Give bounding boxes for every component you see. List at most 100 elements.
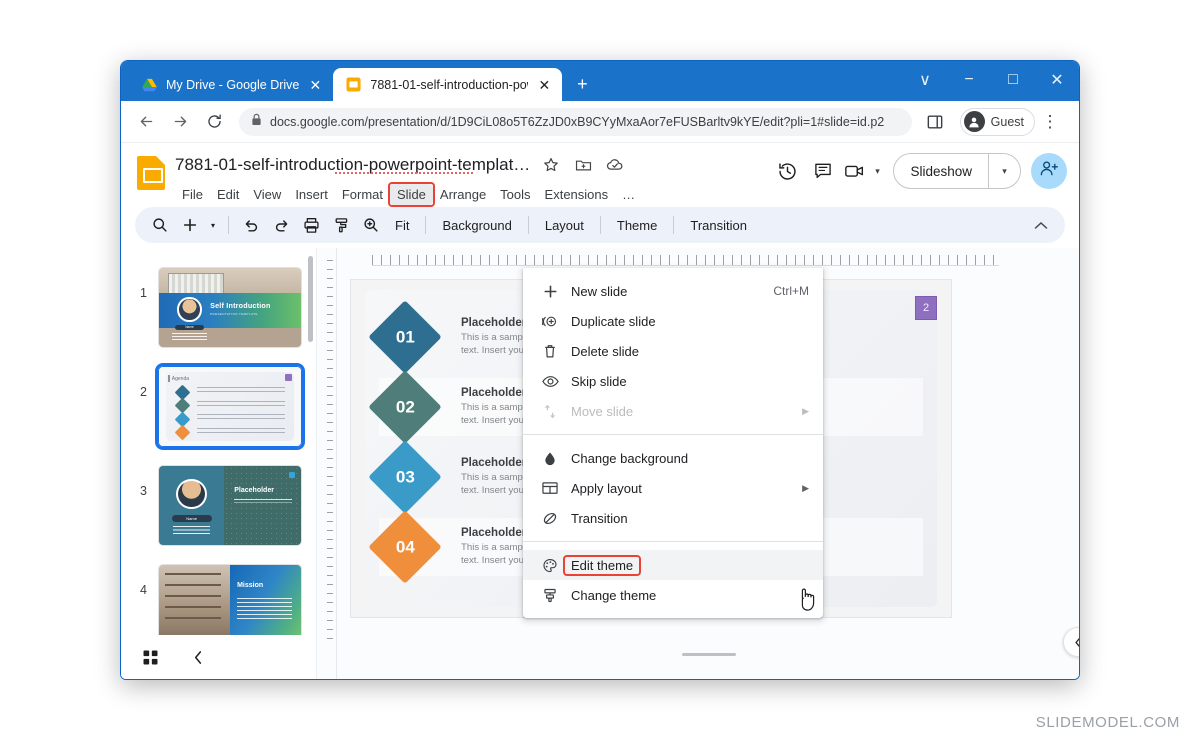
paint-format-icon[interactable]: [326, 210, 356, 240]
toolbar-layout[interactable]: Layout: [536, 218, 593, 233]
browser-menu-icon[interactable]: ⋮: [1035, 107, 1065, 137]
cloud-saved-icon[interactable]: [604, 154, 626, 176]
palette-icon: [539, 558, 561, 573]
diamond-shape[interactable]: 03: [368, 440, 442, 514]
new-tab-button[interactable]: +: [568, 70, 596, 98]
diamond-shape[interactable]: 01: [368, 300, 442, 374]
menu-item-new-slide[interactable]: New slide Ctrl+M: [523, 276, 823, 306]
toolbar-fit[interactable]: Fit: [386, 218, 418, 233]
undo-icon[interactable]: [236, 210, 266, 240]
document-title[interactable]: 7881-01-self-introduction-powerpoint-tem…: [175, 155, 530, 175]
diamond-shape[interactable]: 04: [368, 510, 442, 584]
close-icon[interactable]: ✕: [307, 77, 323, 93]
filmstrip-slide-2[interactable]: 2 Agenda: [121, 357, 316, 456]
diamond-number: 04: [396, 537, 415, 557]
zoom-icon[interactable]: [356, 210, 386, 240]
reload-icon[interactable]: [199, 107, 229, 137]
menu-view[interactable]: View: [246, 184, 288, 205]
browser-window: My Drive - Google Drive ✕ 7881-01-self-i…: [120, 60, 1080, 680]
toolbar-divider: [425, 216, 426, 234]
menu-arrange[interactable]: Arrange: [433, 184, 493, 205]
star-icon[interactable]: [540, 154, 562, 176]
history-icon[interactable]: [769, 153, 805, 189]
omnibox-row: docs.google.com/presentation/d/1D9CiL08o…: [121, 101, 1079, 143]
slide-thumbnail[interactable]: Name Placeholder: [158, 465, 302, 546]
browser-tab-slides[interactable]: 7881-01-self-introduction-power ✕: [333, 68, 562, 101]
new-slide-caret-icon[interactable]: ▾: [205, 210, 221, 240]
brush-icon: [539, 588, 561, 603]
filmstrip-scrollbar[interactable]: [308, 256, 313, 342]
redo-icon[interactable]: [266, 210, 296, 240]
toolbar-collapse-icon[interactable]: [1027, 211, 1055, 239]
menu-file[interactable]: File: [175, 184, 210, 205]
menu-format[interactable]: Format: [335, 184, 390, 205]
menu-item-label: Move slide: [571, 404, 794, 419]
slide-filmstrip[interactable]: 1 Self Introduction PRESENTATION TEMPLAT…: [121, 248, 316, 679]
print-icon[interactable]: [296, 210, 326, 240]
menu-tools[interactable]: Tools: [493, 184, 537, 205]
forward-icon[interactable]: [165, 107, 195, 137]
slides-app-logo: [137, 156, 165, 190]
diamond-shape[interactable]: 02: [368, 370, 442, 444]
slideshow-button[interactable]: Slideshow ▾: [893, 153, 1021, 189]
video-camera-icon[interactable]: [841, 153, 869, 189]
menu-item-apply-layout[interactable]: Apply layout ▶: [523, 473, 823, 503]
menu-edit[interactable]: Edit: [210, 184, 246, 205]
move-to-folder-icon[interactable]: [572, 154, 594, 176]
menu-slide-highlight: Slide: [390, 184, 433, 205]
thumb-wrap: Name Placeholder: [155, 462, 305, 549]
menu-item-delete-slide[interactable]: Delete slide: [523, 336, 823, 366]
menu-item-shortcut: Ctrl+M: [773, 284, 809, 298]
slides-header: 7881-01-self-introduction-powerpoint-tem…: [121, 143, 1079, 205]
menu-item-transition[interactable]: Transition: [523, 503, 823, 533]
url-bar[interactable]: docs.google.com/presentation/d/1D9CiL08o…: [239, 108, 912, 136]
back-icon[interactable]: [131, 107, 161, 137]
menu-extensions[interactable]: Extensions: [538, 184, 616, 205]
menu-item-duplicate-slide[interactable]: Duplicate slide: [523, 306, 823, 336]
menu-item-label: Change background: [571, 451, 809, 466]
drive-icon: [141, 77, 157, 93]
slideshow-caret-icon[interactable]: ▾: [988, 154, 1020, 188]
lock-icon: [251, 113, 262, 131]
new-slide-icon[interactable]: [175, 210, 205, 240]
toolbar-transition[interactable]: Transition: [681, 218, 756, 233]
slide-dropdown-menu[interactable]: New slide Ctrl+M Duplicate slide Delete …: [523, 268, 823, 618]
filmstrip-slide-3[interactable]: 3 Name Placeholder: [121, 456, 316, 555]
meet-caret-icon[interactable]: ▾: [869, 153, 885, 189]
close-icon[interactable]: ✕: [536, 77, 552, 93]
toolbar-theme[interactable]: Theme: [608, 218, 666, 233]
search-icon[interactable]: [145, 210, 175, 240]
menu-item-skip-slide[interactable]: Skip slide: [523, 366, 823, 396]
scroll-pill[interactable]: [682, 653, 736, 656]
menu-separator: [523, 541, 823, 542]
menu-item-change-theme[interactable]: Change theme: [523, 580, 823, 610]
slide-thumbnail[interactable]: Self Introduction PRESENTATION TEMPLATE …: [158, 267, 302, 348]
chevron-down-icon[interactable]: ∨: [903, 61, 947, 99]
toolbar-background[interactable]: Background: [433, 218, 520, 233]
header-right-actions: ▾ Slideshow ▾: [769, 153, 1067, 189]
profile-chip[interactable]: Guest: [960, 108, 1035, 136]
chevron-left-icon[interactable]: [183, 642, 213, 672]
slide-thumbnail-selected[interactable]: Agenda: [158, 366, 302, 447]
grid-view-icon[interactable]: [135, 642, 165, 672]
menu-item-edit-theme[interactable]: Edit theme: [523, 550, 823, 580]
thumb-title: Agenda: [172, 376, 189, 382]
minimize-button[interactable]: −: [947, 61, 991, 99]
menu-item-label: New slide: [571, 284, 773, 299]
filmstrip-slide-1[interactable]: 1 Self Introduction PRESENTATION TEMPLAT…: [121, 258, 316, 357]
slide-thumbnail[interactable]: Mission: [158, 564, 302, 645]
menu-item-label: Transition: [571, 511, 809, 526]
close-window-button[interactable]: ✕: [1035, 61, 1079, 99]
submenu-arrow-icon: ▶: [802, 483, 809, 494]
menu-insert[interactable]: Insert: [288, 184, 335, 205]
browser-tab-my-drive[interactable]: My Drive - Google Drive ✕: [129, 68, 333, 101]
menu-overflow[interactable]: …: [615, 184, 642, 205]
side-panel-icon[interactable]: [920, 107, 950, 137]
profile-label: Guest: [991, 115, 1024, 129]
menu-slide[interactable]: Slide: [390, 184, 433, 205]
menu-item-change-background[interactable]: Change background: [523, 443, 823, 473]
comment-icon[interactable]: [805, 153, 841, 189]
eye-icon: [539, 375, 561, 388]
maximize-button[interactable]: □: [991, 61, 1035, 99]
share-button[interactable]: [1031, 153, 1067, 189]
